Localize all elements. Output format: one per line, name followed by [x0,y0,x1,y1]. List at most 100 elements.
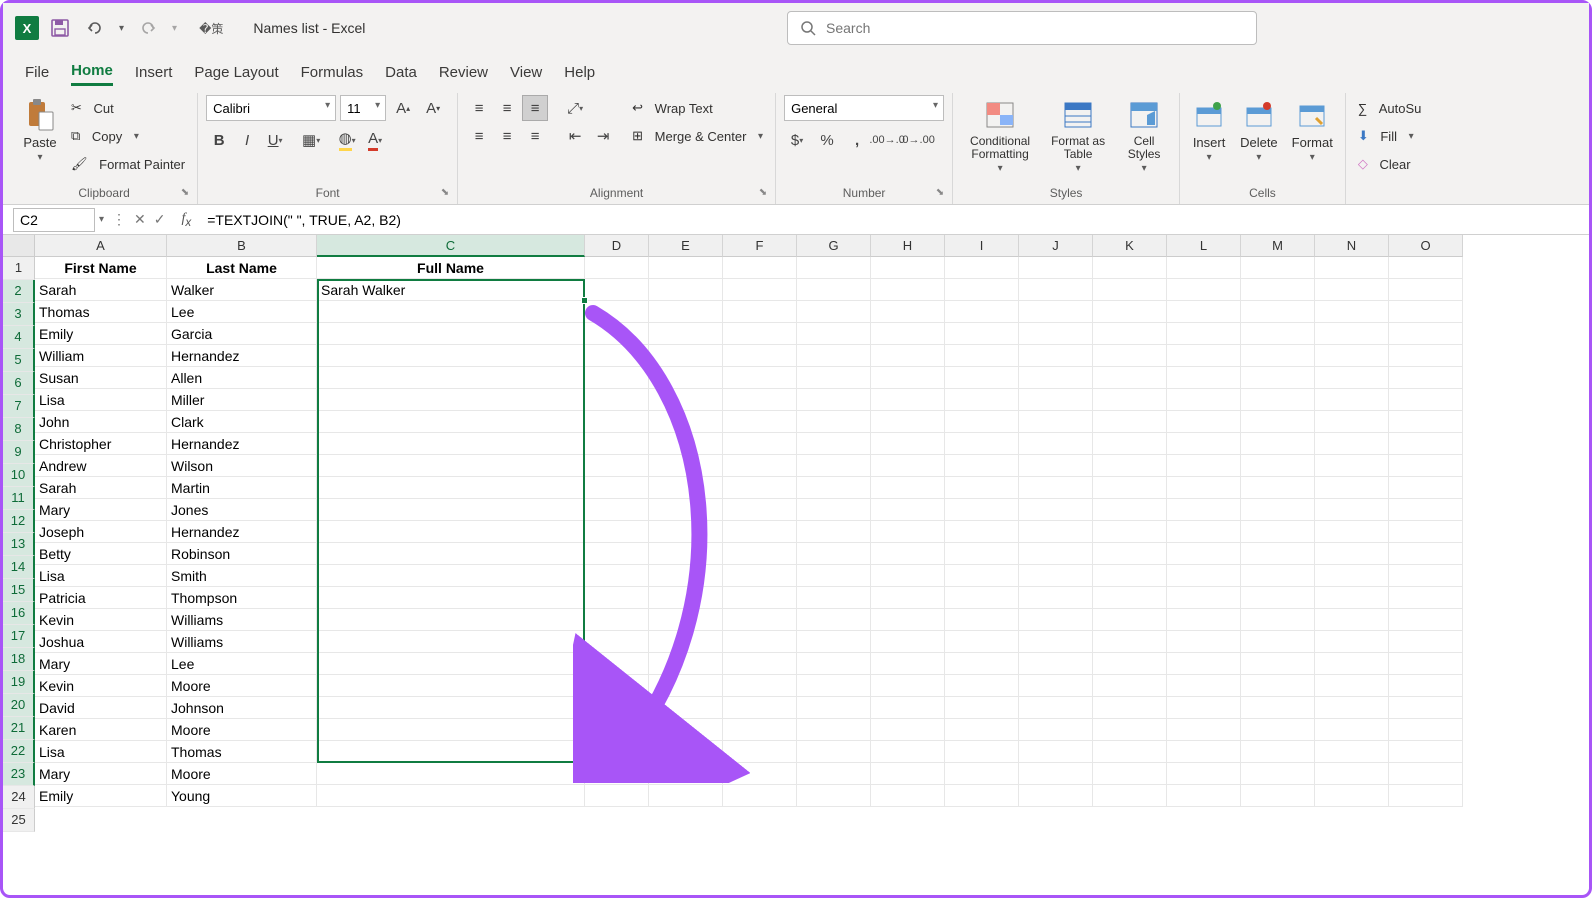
cell[interactable] [1389,521,1463,543]
cell[interactable] [585,455,649,477]
cell[interactable]: Robinson [167,543,317,565]
cell[interactable] [1241,631,1315,653]
number-format-dropdown[interactable]: General [784,95,944,121]
cell[interactable] [1167,565,1241,587]
cell[interactable] [1019,741,1093,763]
cell[interactable]: Moore [167,719,317,741]
cell[interactable] [797,455,871,477]
row-header-8[interactable]: 8 [3,418,35,441]
cell[interactable] [1389,433,1463,455]
cell[interactable] [723,279,797,301]
row-header-17[interactable]: 17 [3,625,35,648]
cell[interactable] [1093,433,1167,455]
cell[interactable] [1315,323,1389,345]
cell[interactable] [723,301,797,323]
cell[interactable] [1167,367,1241,389]
cell[interactable] [1241,433,1315,455]
column-header-F[interactable]: F [723,235,797,257]
row-header-13[interactable]: 13 [3,533,35,556]
cell[interactable] [1315,785,1389,807]
cell[interactable] [649,543,723,565]
cell[interactable] [317,785,585,807]
cell[interactable] [797,785,871,807]
cell[interactable] [871,455,945,477]
cell[interactable] [1315,411,1389,433]
clear-button[interactable]: ◇ Clear [1354,151,1426,177]
cell[interactable] [649,257,723,279]
cell[interactable] [723,477,797,499]
cell[interactable] [723,323,797,345]
cell[interactable]: Miller [167,389,317,411]
cell[interactable] [585,389,649,411]
fill-button[interactable]: ⬇ Fill ▾ [1354,123,1426,149]
cell[interactable] [1167,257,1241,279]
cell[interactable] [649,367,723,389]
cell[interactable] [1167,719,1241,741]
cell[interactable] [945,697,1019,719]
cell[interactable] [1241,697,1315,719]
cell[interactable] [585,301,649,323]
cell[interactable] [797,499,871,521]
cell[interactable] [1019,719,1093,741]
column-header-C[interactable]: C [317,235,585,257]
cell[interactable] [945,323,1019,345]
cell[interactable] [1019,785,1093,807]
cell[interactable] [1093,763,1167,785]
cell[interactable] [1315,455,1389,477]
cell[interactable] [797,697,871,719]
delete-cells-button[interactable]: Delete▾ [1236,95,1282,165]
cell[interactable]: Thompson [167,587,317,609]
row-header-12[interactable]: 12 [3,510,35,533]
cell[interactable] [585,345,649,367]
cell[interactable]: Allen [167,367,317,389]
cell[interactable] [1167,785,1241,807]
column-header-L[interactable]: L [1167,235,1241,257]
cell[interactable] [945,433,1019,455]
cell[interactable] [1315,719,1389,741]
cell[interactable] [317,345,585,367]
cell[interactable] [1019,609,1093,631]
column-header-K[interactable]: K [1093,235,1167,257]
cell[interactable]: Garcia [167,323,317,345]
cell[interactable] [649,675,723,697]
cell[interactable]: Mary [35,653,167,675]
cell[interactable] [945,279,1019,301]
row-header-3[interactable]: 3 [3,303,35,326]
cell[interactable] [1389,323,1463,345]
cell[interactable] [1019,433,1093,455]
decrease-font-icon[interactable]: A▾ [420,95,446,121]
cell[interactable] [723,499,797,521]
cell[interactable] [1389,477,1463,499]
row-header-20[interactable]: 20 [3,694,35,717]
cell[interactable] [585,433,649,455]
cell[interactable] [1019,565,1093,587]
autosum-button[interactable]: ∑ AutoSu [1354,95,1426,121]
row-header-15[interactable]: 15 [3,579,35,602]
search-input[interactable] [826,20,1244,36]
cell[interactable] [871,609,945,631]
cell[interactable] [723,433,797,455]
cell[interactable] [1093,499,1167,521]
column-header-J[interactable]: J [1019,235,1093,257]
cell[interactable] [871,301,945,323]
cut-button[interactable]: ✂ Cut [67,95,189,121]
cell[interactable] [1315,741,1389,763]
cell[interactable] [797,477,871,499]
cell[interactable] [317,543,585,565]
cell[interactable] [585,521,649,543]
cell[interactable] [723,411,797,433]
cell[interactable] [1389,389,1463,411]
cell[interactable] [1241,741,1315,763]
cell[interactable] [723,257,797,279]
percent-format-icon[interactable]: % [814,127,840,153]
cell[interactable] [945,367,1019,389]
cell[interactable] [797,389,871,411]
cell[interactable] [1093,653,1167,675]
cell[interactable] [649,477,723,499]
cell[interactable] [723,697,797,719]
cell[interactable] [1019,257,1093,279]
cell[interactable] [317,455,585,477]
cell[interactable] [1241,609,1315,631]
cell[interactable] [649,455,723,477]
cell[interactable] [945,675,1019,697]
